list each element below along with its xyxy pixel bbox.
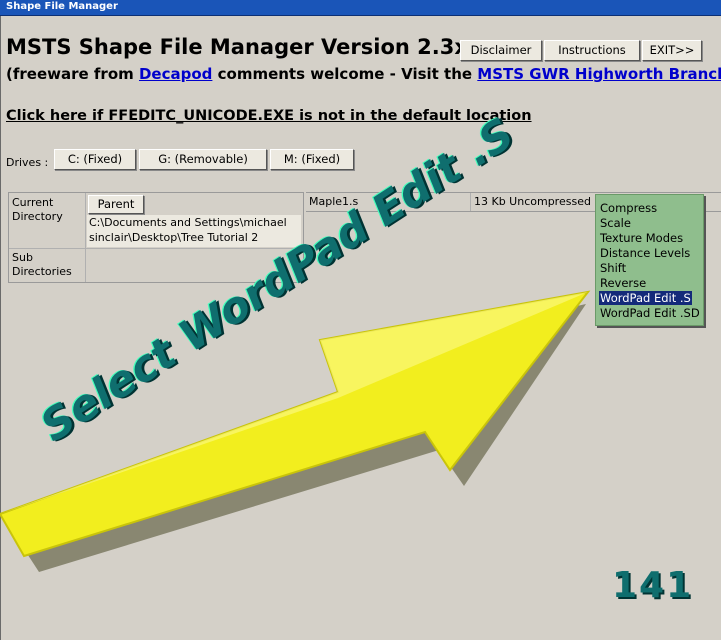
menu-item-reverse[interactable]: Reverse <box>599 276 647 290</box>
exe-location-link[interactable]: Click here if FFEDITC_UNICODE.EXE is not… <box>6 108 532 124</box>
drive-c-button[interactable]: C: (Fixed) <box>54 149 136 170</box>
gwr-highworth-link[interactable]: MSTS GWR Highworth Branch <box>477 65 721 83</box>
credit-prefix: (freeware from <box>6 65 139 83</box>
current-path: C:\Documents and Settings\michael sincla… <box>87 215 301 247</box>
credit-middle: comments welcome - Visit the <box>212 65 478 83</box>
drive-g-button[interactable]: G: (Removable) <box>139 149 267 170</box>
menu-item-compress[interactable]: Compress <box>599 201 658 215</box>
window-title: Shape File Manager <box>6 1 118 12</box>
current-path-line1: C:\Documents and Settings\michael <box>89 216 287 229</box>
menu-item-scale[interactable]: Scale <box>599 216 632 230</box>
instructions-button[interactable]: Instructions <box>544 40 640 61</box>
menu-item-wordpad-edit-sd[interactable]: WordPad Edit .SD <box>599 306 701 320</box>
menu-item-shift[interactable]: Shift <box>599 261 627 275</box>
drives-label: Drives : <box>6 156 49 169</box>
file-row-divider <box>470 193 471 211</box>
drive-m-button[interactable]: M: (Fixed) <box>270 149 354 170</box>
menu-item-distance-levels[interactable]: Distance Levels <box>599 246 691 260</box>
sub-directories-label: Sub Directories <box>12 251 72 278</box>
table-divider-horizontal <box>9 248 303 249</box>
file-info: 13 Kb Uncompressed <box>474 195 591 208</box>
menu-item-wordpad-edit-s[interactable]: WordPad Edit .S <box>599 291 692 305</box>
decapod-link[interactable]: Decapod <box>139 65 212 83</box>
menu-item-texture-modes[interactable]: Texture Modes <box>599 231 684 245</box>
disclaimer-button[interactable]: Disclaimer <box>460 40 542 61</box>
parent-button[interactable]: Parent <box>88 195 144 214</box>
exit-button[interactable]: EXIT>> <box>642 40 702 61</box>
window-left-border <box>0 16 1 640</box>
window-titlebar: Shape File Manager <box>0 0 721 16</box>
app-title: MSTS Shape File Manager Version 2.3x <box>6 35 468 59</box>
page-number: 141 <box>612 565 694 606</box>
context-menu: Compress Scale Texture Modes Distance Le… <box>595 194 704 326</box>
credit-line: (freeware from Decapod comments welcome … <box>6 65 721 83</box>
current-directory-label: Current Directory <box>12 196 63 223</box>
table-divider-vertical <box>85 193 86 282</box>
current-path-line2: sinclair\Desktop\Tree Tutorial 2 <box>89 231 259 244</box>
